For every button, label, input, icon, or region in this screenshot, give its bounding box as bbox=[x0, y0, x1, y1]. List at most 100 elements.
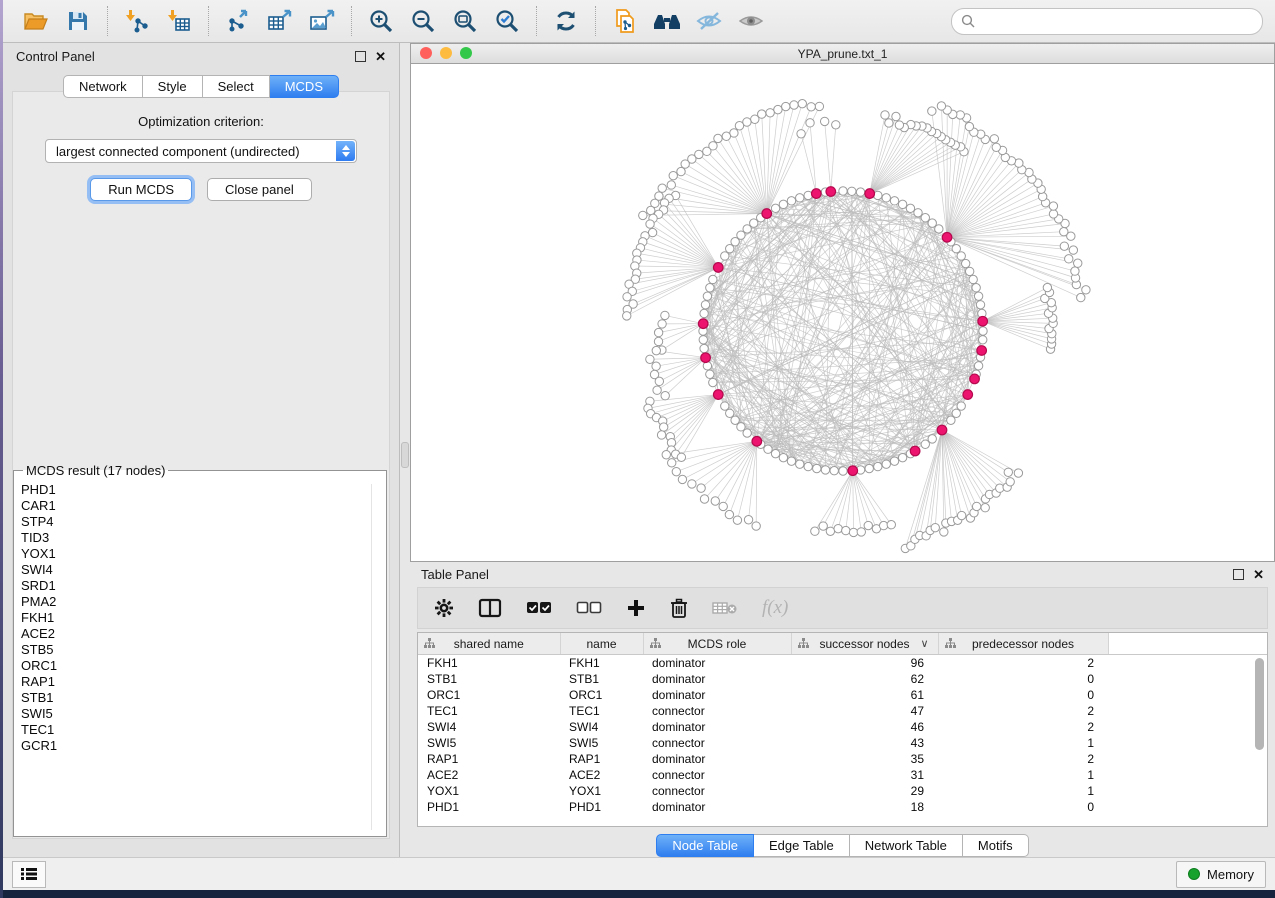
table-row[interactable]: STB1STB1dominator620 bbox=[418, 671, 1267, 687]
show-all-icon[interactable] bbox=[736, 6, 766, 36]
graph-node[interactable] bbox=[743, 429, 751, 437]
show-columns-icon[interactable] bbox=[478, 598, 502, 618]
graph-node[interactable] bbox=[842, 526, 850, 534]
graph-node[interactable] bbox=[928, 435, 936, 443]
export-table-icon[interactable] bbox=[265, 6, 295, 36]
hub-node[interactable] bbox=[963, 390, 973, 400]
graph-node[interactable] bbox=[779, 200, 787, 208]
mcds-list-scrollbar[interactable] bbox=[371, 484, 383, 830]
graph-node[interactable] bbox=[744, 516, 752, 524]
delete-columns-icon[interactable] bbox=[670, 598, 688, 618]
graph-node[interactable] bbox=[957, 511, 965, 519]
graph-node[interactable] bbox=[914, 209, 922, 217]
graph-node[interactable] bbox=[623, 293, 631, 301]
graph-node[interactable] bbox=[701, 301, 709, 309]
graph-node[interactable] bbox=[931, 523, 939, 531]
graph-node[interactable] bbox=[796, 460, 804, 468]
graph-node[interactable] bbox=[779, 453, 787, 461]
graph-node[interactable] bbox=[865, 464, 873, 472]
graph-node[interactable] bbox=[1004, 468, 1012, 476]
mcds-node-item[interactable]: ORC1 bbox=[21, 658, 386, 674]
graph-node[interactable] bbox=[813, 464, 821, 472]
refresh-layout-icon[interactable] bbox=[551, 6, 581, 36]
graph-node[interactable] bbox=[834, 524, 842, 532]
hub-node[interactable] bbox=[865, 189, 875, 199]
hide-selected-icon[interactable] bbox=[694, 6, 724, 36]
graph-node[interactable] bbox=[657, 431, 665, 439]
window-zoom-icon[interactable] bbox=[460, 47, 472, 59]
graph-node[interactable] bbox=[733, 516, 741, 524]
graph-node[interactable] bbox=[839, 187, 847, 195]
hub-node[interactable] bbox=[762, 209, 772, 219]
graph-node[interactable] bbox=[722, 132, 730, 140]
graph-node[interactable] bbox=[677, 453, 685, 461]
window-close-icon[interactable] bbox=[420, 47, 432, 59]
graph-node[interactable] bbox=[661, 311, 669, 319]
graph-node[interactable] bbox=[796, 194, 804, 202]
mcds-node-item[interactable]: SRD1 bbox=[21, 578, 386, 594]
graph-node[interactable] bbox=[864, 521, 872, 529]
graph-node[interactable] bbox=[881, 111, 889, 119]
table-scrollbar-thumb[interactable] bbox=[1255, 658, 1264, 750]
graph-node[interactable] bbox=[1071, 267, 1079, 275]
graph-node[interactable] bbox=[1014, 469, 1022, 477]
graph-node[interactable] bbox=[898, 200, 906, 208]
graph-node[interactable] bbox=[1060, 242, 1068, 250]
hub-node[interactable] bbox=[978, 316, 988, 326]
graph-node[interactable] bbox=[1077, 293, 1085, 301]
graph-node[interactable] bbox=[639, 211, 647, 219]
mcds-node-item[interactable]: PHD1 bbox=[21, 482, 386, 498]
mcds-node-item[interactable]: PMA2 bbox=[21, 594, 386, 610]
graph-node[interactable] bbox=[711, 497, 719, 505]
graph-node[interactable] bbox=[826, 527, 834, 535]
zoom-fit-icon[interactable] bbox=[450, 6, 480, 36]
select-all-rows-icon[interactable] bbox=[526, 601, 552, 615]
mcds-node-item[interactable]: STP4 bbox=[21, 514, 386, 530]
float-table-panel-icon[interactable] bbox=[1233, 569, 1244, 580]
graph-node[interactable] bbox=[969, 275, 977, 283]
graph-node[interactable] bbox=[672, 467, 680, 475]
import-network-icon[interactable] bbox=[122, 6, 152, 36]
graph-node[interactable] bbox=[1006, 478, 1014, 486]
tab-network-table[interactable]: Network Table bbox=[850, 834, 963, 857]
graph-node[interactable] bbox=[771, 204, 779, 212]
graph-node[interactable] bbox=[661, 392, 669, 400]
close-table-panel-icon[interactable]: ✕ bbox=[1253, 568, 1264, 581]
search-box[interactable] bbox=[951, 8, 1263, 35]
mcds-node-item[interactable]: RAP1 bbox=[21, 674, 386, 690]
close-panel-button[interactable]: Close panel bbox=[207, 178, 312, 201]
hub-node[interactable] bbox=[937, 425, 947, 435]
graph-node[interactable] bbox=[815, 102, 823, 110]
graph-node[interactable] bbox=[965, 267, 973, 275]
search-input[interactable] bbox=[981, 13, 1253, 30]
table-row[interactable]: TEC1TEC1connector472 bbox=[418, 703, 1267, 719]
graph-node[interactable] bbox=[668, 459, 676, 467]
graph-node[interactable] bbox=[678, 475, 686, 483]
graph-node[interactable] bbox=[972, 502, 980, 510]
mcds-node-item[interactable]: GCR1 bbox=[21, 738, 386, 754]
panel-split-divider[interactable] bbox=[400, 43, 410, 857]
first-neighbors-icon[interactable] bbox=[652, 6, 682, 36]
graph-node[interactable] bbox=[714, 134, 722, 142]
graph-node[interactable] bbox=[774, 105, 782, 113]
graph-node[interactable] bbox=[839, 467, 847, 475]
tab-mcds[interactable]: MCDS bbox=[270, 75, 339, 98]
graph-node[interactable] bbox=[1049, 210, 1057, 218]
hub-node[interactable] bbox=[698, 319, 708, 329]
graph-node[interactable] bbox=[882, 460, 890, 468]
window-minimize-icon[interactable] bbox=[440, 47, 452, 59]
memory-button[interactable]: Memory bbox=[1176, 861, 1266, 888]
graph-node[interactable] bbox=[804, 462, 812, 470]
graph-node[interactable] bbox=[659, 423, 667, 431]
table-row[interactable]: SWI4SWI4dominator462 bbox=[418, 719, 1267, 735]
mcds-node-item[interactable]: YOX1 bbox=[21, 546, 386, 562]
hub-node[interactable] bbox=[752, 437, 762, 447]
graph-node[interactable] bbox=[719, 502, 727, 510]
column-header-predecessor-nodes[interactable]: predecessor nodes bbox=[938, 633, 1108, 655]
graph-node[interactable] bbox=[1069, 246, 1077, 254]
graph-node[interactable] bbox=[1074, 259, 1082, 267]
hub-node[interactable] bbox=[713, 390, 723, 400]
tab-edge-table[interactable]: Edge Table bbox=[754, 834, 850, 857]
save-session-icon[interactable] bbox=[63, 6, 93, 36]
graph-node[interactable] bbox=[990, 135, 998, 143]
